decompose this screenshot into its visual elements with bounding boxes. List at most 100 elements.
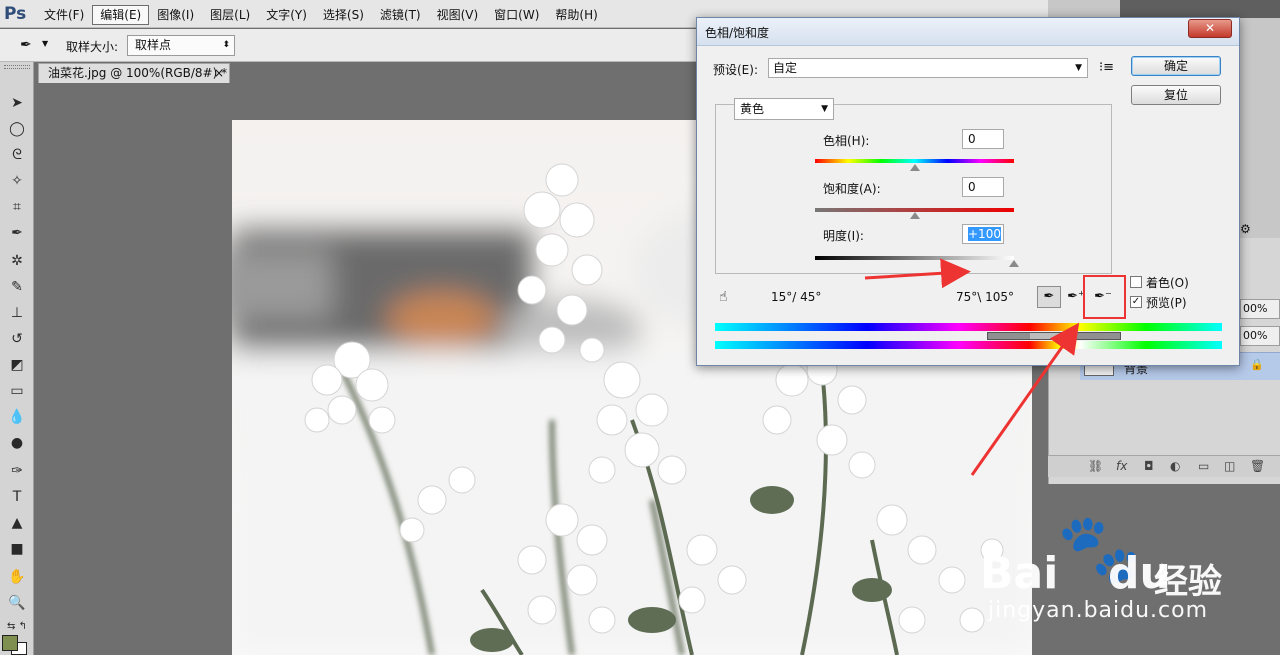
menu-item[interactable]: 视图(V) xyxy=(429,5,487,25)
color-range-inner[interactable] xyxy=(1030,333,1076,339)
healing-brush-icon[interactable]: ✲ xyxy=(0,250,34,272)
menu-item[interactable]: 文件(F) xyxy=(36,5,92,25)
colorize-label: 着色(O) xyxy=(1146,276,1189,290)
new-layer-icon[interactable]: ◫ xyxy=(1224,459,1235,473)
lightness-label: 明度(I): xyxy=(823,229,864,243)
saturation-slider-thumb[interactable] xyxy=(909,212,920,219)
range-left-degrees: 15°/ 45° xyxy=(771,290,822,304)
dialog-title: 色相/饱和度 xyxy=(705,26,770,40)
adjustment-group xyxy=(715,104,1112,274)
foreground-color-swatch[interactable] xyxy=(2,635,18,651)
app-logo: Ps xyxy=(4,4,27,24)
preset-label: 预设(E): xyxy=(713,63,758,77)
chevron-down-icon: ▼ xyxy=(821,104,828,114)
eyedropper-button[interactable]: ✒ xyxy=(1037,286,1061,308)
blur-tool-icon[interactable]: 💧 xyxy=(0,406,34,428)
chevron-down-icon: ⬍ xyxy=(222,40,230,50)
color-range-slider[interactable] xyxy=(987,332,1121,340)
lightness-slider-track[interactable] xyxy=(815,256,1014,260)
adjustment-icon[interactable]: ◐ xyxy=(1170,459,1180,473)
menu-item[interactable]: 文字(Y) xyxy=(258,5,315,25)
type-tool-icon[interactable]: T xyxy=(0,486,34,508)
colorize-checkbox[interactable] xyxy=(1130,276,1142,288)
crop-tool-icon[interactable]: ⌗ xyxy=(0,196,34,218)
link-icon[interactable]: ⛓ xyxy=(1088,459,1103,473)
document-title: 油菜花.jpg @ 100%(RGB/8#) * xyxy=(48,66,228,80)
watermark-jingyan: 经验 xyxy=(1154,562,1222,602)
lightness-slider-thumb[interactable] xyxy=(1009,260,1019,267)
pen-tool-icon[interactable]: ✑ xyxy=(0,460,34,482)
reset-button[interactable]: 复位 xyxy=(1131,85,1221,105)
saturation-label: 饱和度(A): xyxy=(823,182,881,196)
quick-select-tool-icon[interactable]: ✧ xyxy=(0,170,34,192)
sample-size-value: 取样点 xyxy=(135,38,172,52)
hue-slider-thumb[interactable] xyxy=(909,164,920,171)
channel-value: 黄色 xyxy=(740,102,765,116)
channel-select[interactable]: 黄色 ▼ xyxy=(734,98,834,120)
lock-icon: 🔒 xyxy=(1250,358,1264,371)
preview-label: 预览(P) xyxy=(1146,296,1187,310)
menu-item[interactable]: 编辑(E) xyxy=(92,5,150,25)
marquee-tool-icon[interactable]: ◯ xyxy=(0,118,34,140)
hue-saturation-dialog: 色相/饱和度 ✕ 预设(E): 自定 ▼ ⁝≡ 确定 复位 黄色 ▼ 色相(H)… xyxy=(696,17,1240,366)
folder-icon[interactable]: ▭ xyxy=(1198,459,1209,473)
chevron-down-icon: ▼ xyxy=(1075,63,1082,73)
menu-items: 文件(F) 编辑(E) 图像(I) 图层(L) 文字(Y) 选择(S) 滤镜(T) 视图(V)… xyxy=(36,5,606,25)
panel-grip[interactable] xyxy=(4,65,30,69)
eyedropper-icon[interactable]: ✒ xyxy=(0,222,34,244)
preview-checkbox[interactable]: ✓ xyxy=(1130,296,1142,308)
brush-tool-icon[interactable]: ✎ xyxy=(0,276,34,298)
preset-options-icon[interactable]: ⁝≡ xyxy=(1099,60,1114,75)
shape-tool-icon[interactable]: ■ xyxy=(0,538,34,560)
preset-value: 自定 xyxy=(773,61,798,75)
menu-item[interactable]: 帮助(H) xyxy=(547,5,605,25)
photoshop-window: Ps 文件(F) 编辑(E) 图像(I) 图层(L) 文字(Y) 选择(S) 滤镜(T) 视图… xyxy=(0,0,1280,655)
color-bar-bottom xyxy=(715,341,1222,349)
tools-panel: ➤ ◯ ᘓ ✧ ⌗ ✒ ✲ ✎ ⊥ ↺ ◩ ▭ 💧 ● ✑ T ▲ ■ ✋ 🔍 … xyxy=(0,62,34,655)
close-tab-icon[interactable]: × xyxy=(214,64,224,82)
fx-icon[interactable]: fx xyxy=(1116,459,1127,473)
saturation-input[interactable]: 0 xyxy=(962,177,1004,197)
hue-input[interactable]: 0 xyxy=(962,129,1004,149)
highlight-box xyxy=(1083,275,1126,319)
menu-item[interactable]: 选择(S) xyxy=(315,5,372,25)
document-tab[interactable]: 油菜花.jpg @ 100%(RGB/8#) * × xyxy=(38,63,230,83)
menu-item[interactable]: 窗口(W) xyxy=(486,5,547,25)
panel-header-strip xyxy=(1120,0,1280,18)
hand-tool-icon[interactable]: ✋ xyxy=(0,566,34,588)
watermark-brand: Bai xyxy=(980,548,1059,599)
gradient-tool-icon[interactable]: ▭ xyxy=(0,380,34,402)
move-tool-icon[interactable]: ➤ xyxy=(0,92,34,114)
sample-size-select[interactable]: 取样点 ⬍ xyxy=(127,35,235,56)
color-bar-top xyxy=(715,323,1222,331)
watermark-url: jingyan.baidu.com xyxy=(988,598,1209,623)
close-button[interactable]: ✕ xyxy=(1188,19,1232,38)
path-select-icon[interactable]: ▲ xyxy=(0,512,34,534)
mask-icon[interactable]: ◘ xyxy=(1144,459,1154,473)
zoom-tool-icon[interactable]: 🔍 xyxy=(0,592,34,614)
range-right-degrees: 75°\ 105° xyxy=(956,290,1015,304)
lightness-input[interactable]: +100 xyxy=(962,224,1004,244)
dialog-title-bar[interactable]: 色相/饱和度 ✕ xyxy=(697,18,1239,46)
menu-item[interactable]: 图层(L) xyxy=(202,5,258,25)
fill-field[interactable]: 00% xyxy=(1240,326,1280,346)
trash-icon[interactable]: 🗑 xyxy=(1250,459,1265,473)
menu-item[interactable]: 图像(I) xyxy=(149,5,202,25)
hue-label: 色相(H): xyxy=(823,134,870,148)
opacity-field[interactable]: 00% xyxy=(1240,299,1280,319)
hand-target-icon[interactable]: ☝ xyxy=(719,289,728,305)
eyedropper-tool-icon[interactable]: ✒ xyxy=(20,37,32,53)
lasso-tool-icon[interactable]: ᘓ xyxy=(0,144,34,166)
history-brush-icon[interactable]: ↺ xyxy=(0,328,34,350)
ok-button[interactable]: 确定 xyxy=(1131,56,1221,76)
gear-icon[interactable]: ⚙ xyxy=(1240,222,1251,236)
hue-slider-track[interactable] xyxy=(815,159,1014,163)
eraser-tool-icon[interactable]: ◩ xyxy=(0,354,34,376)
sample-size-label: 取样大小: xyxy=(66,40,119,54)
preset-select[interactable]: 自定 ▼ xyxy=(768,58,1088,78)
dodge-tool-icon[interactable]: ● xyxy=(0,432,34,454)
tool-preset-dropdown-icon[interactable]: ▼ xyxy=(42,39,48,48)
stamp-tool-icon[interactable]: ⊥ xyxy=(0,302,34,324)
menu-item[interactable]: 滤镜(T) xyxy=(372,5,429,25)
layers-panel-footer: ⛓ fx ◘ ◐ ▭ ◫ 🗑 xyxy=(1048,455,1280,477)
